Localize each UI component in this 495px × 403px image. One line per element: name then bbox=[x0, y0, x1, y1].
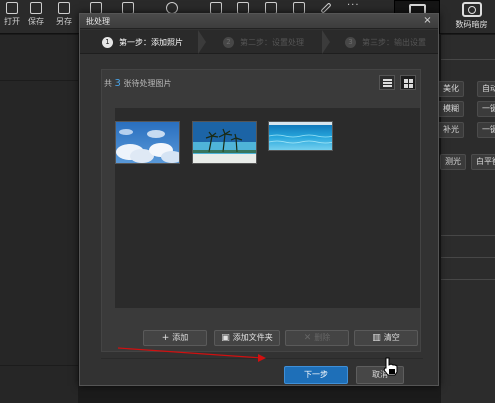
grid-view-icon bbox=[404, 79, 408, 83]
save-label: 保存 bbox=[28, 17, 44, 26]
auto-button[interactable]: 自动 bbox=[477, 81, 495, 97]
count-prefix: 共 bbox=[104, 79, 112, 88]
save-button[interactable]: 保存 bbox=[24, 2, 48, 27]
open-label: 打开 bbox=[4, 17, 20, 26]
one-click-button[interactable]: 一键 bbox=[477, 101, 495, 117]
trash-icon: ▥ bbox=[372, 333, 381, 343]
step-2-number: 2 bbox=[223, 36, 234, 48]
step-2: 2 第二步：设置处理 bbox=[223, 30, 304, 54]
step-1-number: 1 bbox=[102, 36, 113, 48]
photo-count: 3 bbox=[114, 78, 121, 89]
folder-icon: ▣ bbox=[221, 333, 230, 343]
add-folder-label: 添加文件夹 bbox=[232, 333, 273, 342]
more-icon[interactable]: ··· bbox=[347, 0, 360, 11]
grid-view-icon-cell bbox=[409, 84, 413, 88]
step-1: 1 第一步：添加照片 bbox=[102, 30, 183, 54]
fill-light-button[interactable]: 补光 bbox=[438, 122, 464, 138]
beach-palms-thumbnail[interactable] bbox=[192, 121, 257, 164]
list-view-button[interactable] bbox=[379, 75, 395, 90]
add-label: 添加 bbox=[172, 333, 189, 342]
close-icon[interactable]: × bbox=[421, 15, 434, 27]
step-separator-icon bbox=[198, 30, 206, 54]
camera-icon bbox=[461, 2, 482, 17]
step-2-label: 第二步：设置处理 bbox=[240, 37, 304, 47]
save-as-label: 另存 bbox=[56, 17, 72, 26]
divider bbox=[441, 235, 495, 236]
next-step-button[interactable]: 下一步 bbox=[284, 366, 348, 384]
save-icon bbox=[30, 2, 42, 14]
dialog-titlebar[interactable]: 批处理 × bbox=[80, 14, 438, 29]
wizard-steps: 1 第一步：添加照片 2 第二步：设置处理 3 第三步：输出设置 bbox=[80, 30, 438, 54]
save-as-icon bbox=[58, 2, 70, 14]
grid-view-button[interactable] bbox=[400, 75, 416, 90]
blur-button[interactable]: 模糊 bbox=[438, 101, 464, 117]
hand-cursor-icon bbox=[383, 357, 398, 376]
divider bbox=[441, 59, 495, 60]
sky-clouds-image bbox=[116, 122, 179, 163]
darkroom-label: 数码暗房 bbox=[455, 20, 488, 29]
add-folder-button[interactable]: ▣ 添加文件夹 bbox=[214, 330, 280, 346]
grid-view-icon-cell bbox=[409, 79, 413, 83]
clear-button[interactable]: ▥ 清空 bbox=[354, 330, 418, 346]
delete-icon: ✕ bbox=[303, 333, 312, 343]
darkroom-button[interactable]: 数码暗房 bbox=[448, 0, 495, 34]
left-panel bbox=[0, 35, 78, 403]
open-icon bbox=[6, 2, 18, 14]
step-3-number: 3 bbox=[345, 36, 356, 48]
sky-clouds-thumbnail[interactable] bbox=[115, 121, 180, 164]
open-button[interactable]: 打开 bbox=[0, 2, 24, 27]
list-header: 共 3 张待处理图片 bbox=[102, 70, 420, 95]
brush-icon bbox=[320, 2, 332, 14]
divider bbox=[0, 365, 78, 366]
divider bbox=[0, 80, 78, 81]
delete-button[interactable]: ✕ 删除 bbox=[285, 330, 349, 346]
right-panel: 美化 自动 模糊 一键 补光 一键 测光 白平衡 bbox=[438, 35, 495, 403]
save-as-button[interactable]: 另存 bbox=[52, 2, 76, 27]
thumbnail-grid bbox=[115, 108, 420, 308]
plus-icon: + bbox=[161, 333, 170, 343]
photo-count-text: 共 3 张待处理图片 bbox=[104, 78, 171, 89]
divider bbox=[441, 279, 495, 280]
grid-view-icon-cell bbox=[404, 84, 408, 88]
photo-list-panel: 共 3 张待处理图片 bbox=[101, 69, 421, 352]
step-3-label: 第三步：输出设置 bbox=[362, 37, 426, 47]
metering-button[interactable]: 测光 bbox=[440, 154, 466, 170]
list-view-icon bbox=[383, 79, 392, 81]
one-click-button-2[interactable]: 一键 bbox=[477, 122, 495, 138]
batch-dialog: 批处理 × 1 第一步：添加照片 2 第二步：设置处理 3 第三步：输出设置 共… bbox=[79, 13, 439, 386]
add-button[interactable]: + 添加 bbox=[143, 330, 207, 346]
step-1-label: 第一步：添加照片 bbox=[119, 37, 183, 47]
step-3: 3 第三步：输出设置 bbox=[345, 30, 426, 54]
divider bbox=[441, 257, 495, 258]
dialog-title: 批处理 bbox=[86, 17, 110, 26]
count-suffix: 张待处理图片 bbox=[123, 79, 172, 88]
beautify-button[interactable]: 美化 bbox=[438, 81, 464, 97]
white-balance-button[interactable]: 白平衡 bbox=[471, 154, 495, 170]
footer-divider bbox=[101, 358, 423, 359]
list-view-icon-line bbox=[383, 85, 392, 87]
beach-palms-image bbox=[193, 122, 256, 163]
delete-label: 删除 bbox=[314, 333, 331, 342]
list-view-icon-line bbox=[383, 82, 392, 84]
step-separator-icon bbox=[322, 30, 330, 54]
clear-label: 清空 bbox=[383, 333, 400, 342]
sea-water-thumbnail[interactable] bbox=[268, 121, 333, 151]
sea-water-image bbox=[269, 122, 332, 150]
